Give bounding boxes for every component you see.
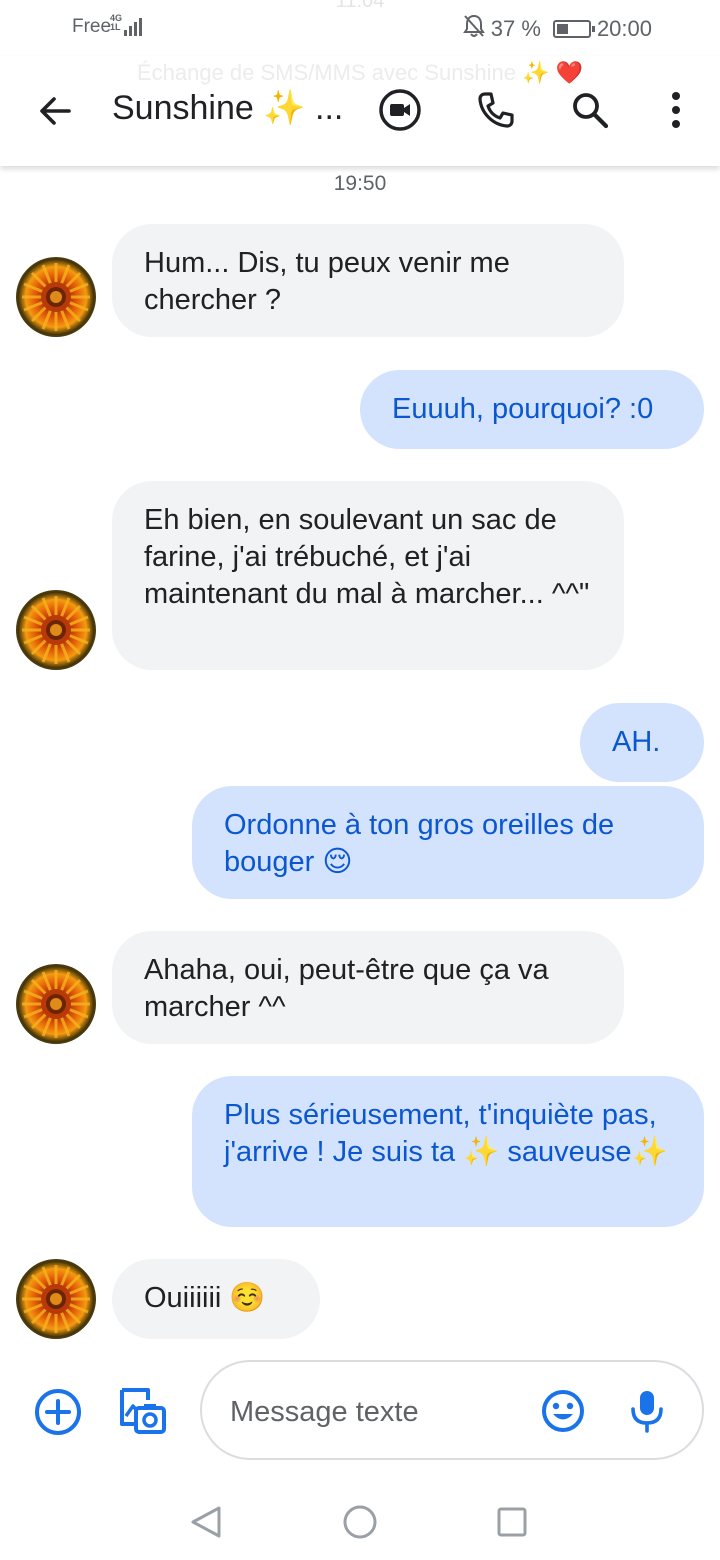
- status-ghost-time: 11:04: [335, 0, 385, 12]
- nav-back-button[interactable]: [180, 1496, 232, 1548]
- back-arrow-icon: [40, 97, 71, 125]
- sms-notice: Échange de SMS/MMS avec Sunshine ✨ ❤️: [136, 60, 584, 85]
- phone-icon: [478, 92, 514, 128]
- search-button[interactable]: [564, 84, 616, 136]
- voice-input-button[interactable]: [622, 1386, 672, 1436]
- microphone-icon: [631, 1391, 663, 1433]
- message-bubble-incoming[interactable]: Ahaha, oui, peut-être que ça va marcher …: [112, 931, 624, 1044]
- add-circle-icon: [35, 1389, 81, 1435]
- nav-recents-button[interactable]: [486, 1496, 538, 1548]
- message-bubble-outgoing[interactable]: Ordonne à ton gros oreilles de bouger 😌: [192, 786, 704, 899]
- message-bubble-outgoing[interactable]: Plus sérieusement, t'inquiète pas, j'arr…: [192, 1076, 704, 1227]
- message-bubble-incoming[interactable]: Hum... Dis, tu peux venir me chercher ?: [112, 224, 624, 337]
- more-options-button[interactable]: [650, 84, 702, 136]
- nav-home-icon: [343, 1505, 377, 1539]
- clock: 20:00: [596, 16, 652, 41]
- app-bar: Échange de SMS/MMS avec Sunshine ✨ ❤️ Su…: [0, 56, 720, 166]
- gallery-button[interactable]: [114, 1384, 170, 1440]
- contact-avatar[interactable]: [16, 1259, 96, 1339]
- contact-avatar[interactable]: [16, 964, 96, 1044]
- more-vert-icon: [672, 92, 680, 128]
- message-bubble-incoming[interactable]: Eh bien, en soulevant un sac de farine, …: [112, 481, 624, 670]
- video-call-button[interactable]: [374, 84, 426, 136]
- battery-percent: 37 %: [490, 16, 541, 41]
- mute-bell-icon: [462, 14, 485, 44]
- network-type: 4G 1L: [110, 14, 122, 32]
- message-bubble-outgoing[interactable]: Euuuh, pourquoi? :0: [360, 370, 704, 449]
- message-bubble-outgoing[interactable]: AH.: [580, 703, 704, 782]
- call-button[interactable]: [470, 84, 522, 136]
- emoji-button[interactable]: [538, 1386, 588, 1436]
- contact-avatar[interactable]: [16, 590, 96, 670]
- timestamp-separator: 19:50: [333, 172, 387, 195]
- nav-home-button[interactable]: [334, 1496, 386, 1548]
- compose-box: [200, 1360, 704, 1460]
- conversation-title[interactable]: Sunshine ✨ ...: [112, 88, 343, 128]
- emoji-icon: [542, 1390, 584, 1432]
- search-icon: [573, 93, 609, 129]
- video-call-icon: [379, 89, 421, 131]
- carrier-label: Free: [72, 16, 112, 37]
- battery-icon: [552, 20, 595, 38]
- contact-avatar[interactable]: [16, 257, 96, 337]
- gallery-camera-icon: [120, 1388, 166, 1434]
- message-bubble-incoming[interactable]: Ouiiiiii ☺️: [112, 1259, 320, 1339]
- nav-recents-icon: [497, 1507, 527, 1537]
- status-bar: 11:04 Free 4G 1L 37 % 20:00: [0, 0, 720, 56]
- network-sub-label: 1L: [110, 22, 121, 32]
- attach-button[interactable]: [32, 1386, 84, 1438]
- message-input[interactable]: [230, 1390, 530, 1434]
- system-navigation-bar: [0, 1480, 720, 1560]
- signal-icon: [124, 16, 142, 36]
- nav-back-icon: [191, 1506, 221, 1538]
- back-button[interactable]: [30, 86, 80, 136]
